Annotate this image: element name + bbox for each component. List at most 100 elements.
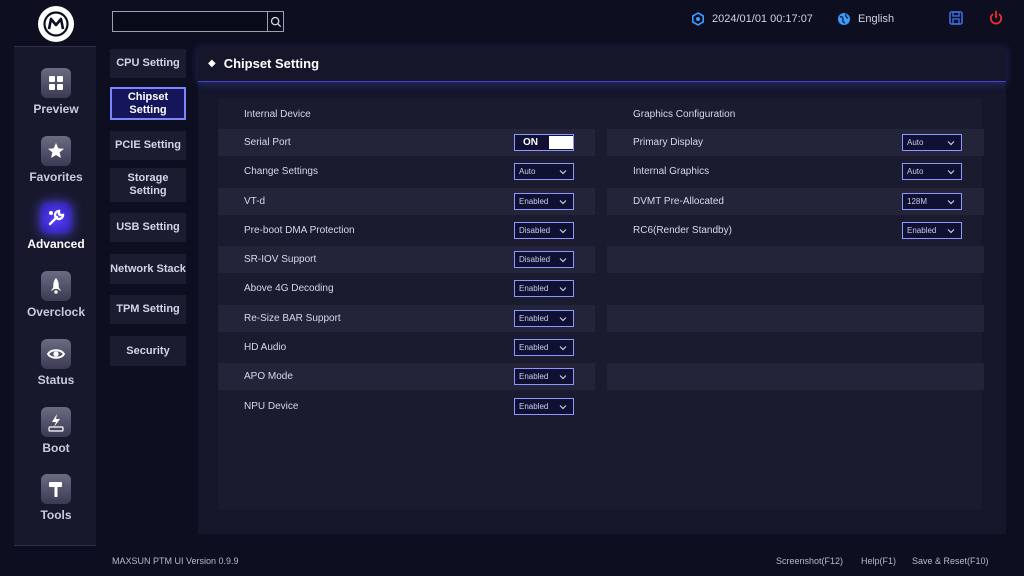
settings-hex-icon: [692, 12, 704, 26]
dropdown-value: Enabled: [907, 226, 937, 235]
setting-label: Primary Display: [633, 137, 704, 148]
change-settings-dropdown[interactable]: Auto: [514, 163, 574, 180]
primary-display-dropdown[interactable]: Auto: [902, 134, 962, 151]
setting-row-hd-audio[interactable]: HD Audio Enabled: [218, 334, 595, 361]
sidebar-item-label: Boot: [42, 441, 70, 455]
chevron-down-icon: [947, 140, 955, 145]
sidebar-item-tools[interactable]: Tools: [14, 470, 98, 530]
sidebar-item-label: Tools: [40, 508, 72, 522]
internal-graphics-dropdown[interactable]: Auto: [902, 163, 962, 180]
chevron-down-icon: [559, 257, 567, 262]
sidebar-item-status[interactable]: Status: [14, 335, 98, 395]
pre-boot-dma-dropdown[interactable]: Disabled: [514, 222, 574, 239]
version-text: MAXSUN PTM UI Version 0.9.9: [112, 556, 239, 566]
setting-row-rc6[interactable]: RC6(Render Standby) Enabled: [607, 217, 984, 244]
hd-audio-dropdown[interactable]: Enabled: [514, 339, 574, 356]
above-4g-dropdown[interactable]: Enabled: [514, 280, 574, 297]
toggle-knob: [549, 136, 573, 149]
dropdown-value: Disabled: [519, 255, 551, 264]
setting-row-pre-boot-dma[interactable]: Pre-boot DMA Protection Disabled: [218, 217, 595, 244]
setting-label: HD Audio: [244, 342, 287, 353]
sidebar-item-label: Preview: [33, 102, 79, 116]
setting-row-npu-device[interactable]: NPU Device Enabled: [218, 393, 595, 420]
power-icon[interactable]: [988, 10, 1004, 26]
serial-port-toggle[interactable]: ON: [514, 134, 574, 151]
search-box: [112, 11, 284, 32]
setting-label: Internal Graphics: [633, 166, 710, 177]
setting-label: Above 4G Decoding: [244, 283, 334, 294]
chevron-down-icon: [947, 169, 955, 174]
sidebar-item-label: Overclock: [26, 305, 86, 319]
setting-label: Change Settings: [244, 166, 318, 177]
resize-bar-dropdown[interactable]: Enabled: [514, 310, 574, 327]
submenu-tpm-setting[interactable]: TPM Setting: [110, 295, 186, 324]
rc6-dropdown[interactable]: Enabled: [902, 222, 962, 239]
help-button[interactable]: Help(F1): [861, 556, 896, 566]
setting-row-above-4g[interactable]: Above 4G Decoding Enabled: [218, 275, 595, 302]
sidebar-item-label: Advanced: [27, 237, 85, 251]
dropdown-value: Auto: [519, 167, 536, 176]
setting-row-apo-mode[interactable]: APO Mode Enabled: [218, 363, 595, 390]
sidebar-item-label: Favorites: [29, 170, 83, 184]
internal-device-heading: Internal Device: [244, 109, 311, 120]
eye-icon: [41, 339, 71, 369]
submenu-label: CPU Setting: [116, 57, 180, 69]
chevron-down-icon: [559, 374, 567, 379]
setting-row-vt-d[interactable]: VT-d Enabled: [218, 188, 595, 215]
toggle-state: ON: [523, 137, 538, 148]
vt-d-dropdown[interactable]: Enabled: [514, 193, 574, 210]
save-reset-button[interactable]: Save & Reset(F10): [912, 556, 989, 566]
empty-row: [607, 363, 984, 390]
screenshot-button[interactable]: Screenshot(F12): [776, 556, 843, 566]
setting-row-internal-graphics[interactable]: Internal Graphics Auto: [607, 158, 984, 185]
submenu-label: PCIE Setting: [114, 139, 181, 151]
setting-row-sr-iov[interactable]: SR-IOV Support Disabled: [218, 246, 595, 273]
submenu-cpu-setting[interactable]: CPU Setting: [110, 49, 186, 78]
save-icon[interactable]: [948, 10, 964, 26]
submenu-storage-setting[interactable]: Storage Setting: [110, 168, 186, 202]
dropdown-value: Enabled: [519, 197, 549, 206]
chevron-down-icon: [559, 169, 567, 174]
maxsun-logo: [38, 6, 74, 42]
sidebar-item-advanced[interactable]: Advanced: [14, 199, 98, 259]
dvmt-dropdown[interactable]: 128M: [902, 193, 962, 210]
graphics-config-heading: Graphics Configuration: [633, 109, 736, 120]
sidebar-item-overclock[interactable]: Overclock: [14, 267, 98, 327]
setting-label: Re-Size BAR Support: [244, 313, 341, 324]
setting-row-dvmt-pre-allocated[interactable]: DVMT Pre-Allocated 128M: [607, 188, 984, 215]
submenu-network-stack[interactable]: Network Stack: [110, 254, 186, 284]
sidebar-item-favorites[interactable]: Favorites: [14, 132, 98, 192]
setting-row-change-settings[interactable]: Change Settings Auto: [218, 158, 595, 185]
search-input[interactable]: [113, 12, 267, 31]
sidebar-item-preview[interactable]: Preview: [14, 64, 98, 124]
apo-mode-dropdown[interactable]: Enabled: [514, 368, 574, 385]
npu-device-dropdown[interactable]: Enabled: [514, 398, 574, 415]
logo-icon: [43, 11, 69, 37]
rocket-icon: [41, 271, 71, 301]
dropdown-value: Enabled: [519, 402, 549, 411]
submenu-usb-setting[interactable]: USB Setting: [110, 213, 186, 242]
submenu-label: USB Setting: [116, 221, 180, 233]
setting-row-primary-display[interactable]: Primary Display Auto: [607, 129, 984, 156]
dropdown-value: Disabled: [519, 226, 551, 235]
search-button[interactable]: [267, 12, 283, 31]
submenu-pcie-setting[interactable]: PCIE Setting: [110, 131, 186, 160]
dropdown-value: Auto: [907, 167, 924, 176]
language-selector[interactable]: English: [837, 11, 894, 27]
hammer-icon: [41, 474, 71, 504]
setting-row-serial-port[interactable]: Serial Port ON: [218, 129, 595, 156]
submenu-chipset-setting[interactable]: Chipset Setting: [110, 87, 186, 120]
empty-row: [607, 246, 984, 273]
panel-header: ◆ Chipset Setting: [198, 46, 1006, 82]
dropdown-value: Enabled: [519, 372, 549, 381]
setting-row-resize-bar[interactable]: Re-Size BAR Support Enabled: [218, 305, 595, 332]
sr-iov-dropdown[interactable]: Disabled: [514, 251, 574, 268]
submenu-security[interactable]: Security: [110, 336, 186, 366]
chevron-down-icon: [559, 345, 567, 350]
chevron-down-icon: [559, 316, 567, 321]
setting-label: VT-d: [244, 196, 266, 207]
dropdown-value: Enabled: [519, 343, 549, 352]
wrench-icon: [41, 203, 71, 233]
sidebar-item-boot[interactable]: Boot: [14, 403, 98, 463]
dropdown-value: Enabled: [519, 284, 549, 293]
